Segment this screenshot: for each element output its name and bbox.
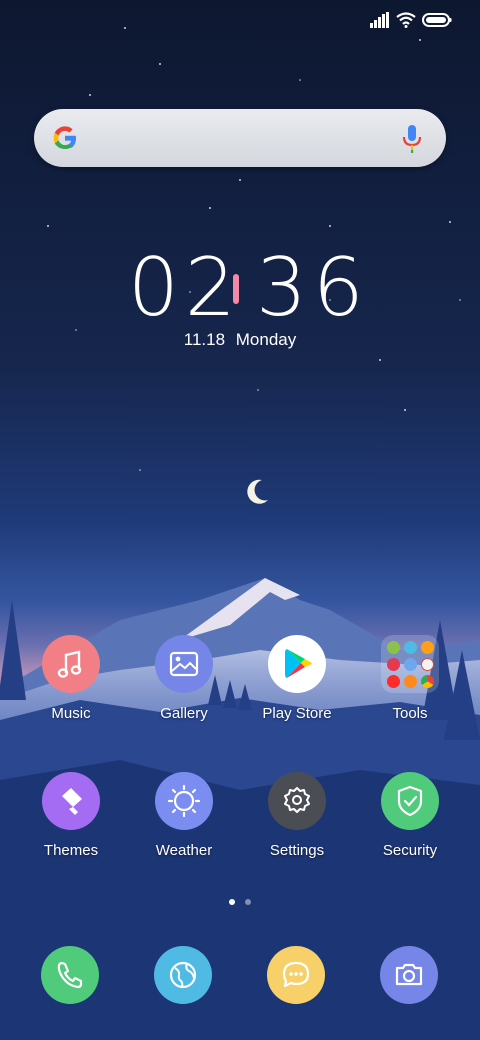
dock-browser[interactable]: [154, 946, 212, 1004]
folder-icon: [381, 635, 439, 693]
themes-app-icon: [42, 772, 100, 830]
music-note-icon: [57, 650, 82, 678]
clock-widget[interactable]: 02 36: [0, 248, 480, 328]
gear-icon: [284, 787, 310, 813]
clock-minutes: 36: [256, 241, 370, 334]
music-app-icon: [42, 635, 100, 693]
message-icon: [282, 961, 310, 988]
google-icon: [53, 126, 76, 149]
mini-app-icon: [421, 641, 434, 654]
app-gallery[interactable]: Gallery: [129, 635, 239, 745]
page-dot-active[interactable]: [229, 899, 235, 905]
app-label: Security: [382, 842, 438, 859]
settings-app-icon: [268, 772, 326, 830]
mini-app-icon: [421, 658, 434, 671]
clock-separator: [233, 274, 239, 304]
app-label: Settings: [269, 842, 325, 859]
app-music[interactable]: Music: [16, 635, 126, 745]
app-label: Music: [51, 705, 91, 722]
shield-check-icon: [397, 785, 423, 817]
mini-app-icon: [404, 641, 417, 654]
mini-app-icon: [387, 641, 400, 654]
date-line: 11.18 Monday: [0, 330, 480, 350]
globe-icon: [169, 961, 197, 989]
app-label: Themes: [43, 842, 99, 859]
page-dot-inactive[interactable]: [245, 899, 251, 905]
app-label: Tools: [392, 705, 428, 722]
clock-hours: 02: [128, 241, 242, 334]
app-play-store[interactable]: Play Store: [242, 635, 352, 745]
wifi-icon: [396, 12, 416, 28]
brush-icon: [62, 788, 82, 815]
signal-icon: [370, 12, 389, 28]
sun-icon: [167, 784, 201, 818]
app-label: Gallery: [160, 705, 208, 722]
app-security[interactable]: Security: [355, 772, 465, 882]
mini-app-icon: [421, 675, 434, 688]
dock-messages[interactable]: [267, 946, 325, 1004]
app-settings[interactable]: Settings: [242, 772, 352, 882]
dock-camera[interactable]: [380, 946, 438, 1004]
dock-phone[interactable]: [41, 946, 99, 1004]
date: 11.18: [183, 330, 226, 349]
gallery-app-icon: [155, 635, 213, 693]
mini-app-icon: [387, 658, 400, 671]
mini-app-icon: [404, 675, 417, 688]
camera-icon: [395, 963, 423, 986]
play-store-icon: [285, 649, 312, 678]
mini-app-icon: [404, 658, 417, 671]
image-icon: [169, 651, 199, 677]
app-themes[interactable]: Themes: [16, 772, 126, 882]
play-store-app-icon: [268, 635, 326, 693]
app-label: Play Store: [262, 705, 332, 722]
app-weather[interactable]: Weather: [129, 772, 239, 882]
google-search-bar[interactable]: [34, 109, 446, 167]
weather-app-icon: [155, 772, 213, 830]
status-bar: [0, 0, 480, 40]
app-tools-folder[interactable]: Tools: [355, 635, 465, 745]
phone-icon: [57, 961, 83, 989]
mic-icon[interactable]: [402, 124, 422, 154]
mini-app-icon: [387, 675, 400, 688]
security-app-icon: [381, 772, 439, 830]
app-label: Weather: [155, 842, 213, 859]
weekday: Monday: [235, 330, 297, 349]
battery-icon: [422, 13, 452, 27]
